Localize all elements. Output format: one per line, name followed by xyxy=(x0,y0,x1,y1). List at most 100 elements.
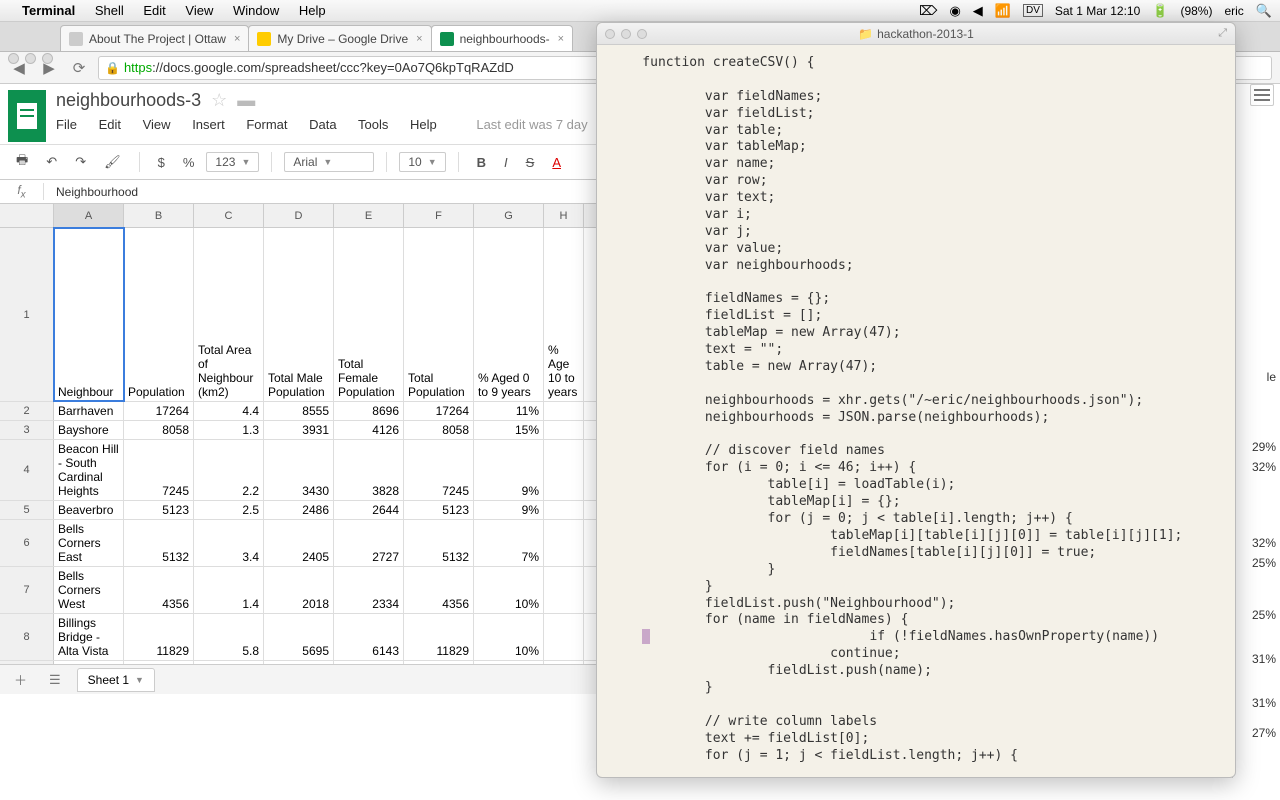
cell[interactable]: 6143 xyxy=(334,614,404,660)
cell[interactable]: 7245 xyxy=(404,440,474,500)
menu-window[interactable]: Window xyxy=(233,3,279,18)
cell[interactable]: 8058 xyxy=(404,421,474,439)
cell[interactable]: 3430 xyxy=(264,440,334,500)
cell[interactable]: Bells Corners East xyxy=(54,520,124,566)
row-header[interactable]: 7 xyxy=(0,567,54,613)
cell[interactable]: 17264 xyxy=(124,402,194,420)
cell[interactable]: 10% xyxy=(474,567,544,613)
cell[interactable] xyxy=(544,520,584,566)
row-header[interactable]: 3 xyxy=(0,421,54,439)
cell[interactable]: 5695 xyxy=(264,614,334,660)
menu-format[interactable]: Format xyxy=(246,117,287,132)
cell[interactable]: Population xyxy=(124,228,194,401)
row-header[interactable]: 5 xyxy=(0,501,54,519)
cell[interactable]: 1.3 xyxy=(194,421,264,439)
close-icon[interactable]: × xyxy=(416,33,422,45)
star-icon[interactable]: ☆ xyxy=(211,90,227,111)
font-select[interactable]: Arial▼ xyxy=(284,152,374,172)
cell[interactable] xyxy=(544,614,584,660)
menu-view[interactable]: View xyxy=(185,3,213,18)
user-name[interactable]: eric xyxy=(1224,4,1243,18)
volume-icon[interactable]: ◀ xyxy=(973,3,983,19)
cell[interactable]: 8058 xyxy=(124,421,194,439)
close-icon[interactable]: × xyxy=(558,33,564,45)
col-header[interactable]: C xyxy=(194,204,264,227)
cell[interactable]: % Aged 0 to 9 years xyxy=(474,228,544,401)
cell[interactable]: 2018 xyxy=(264,567,334,613)
sheets-logo-icon[interactable] xyxy=(8,90,46,142)
row-header[interactable]: 4 xyxy=(0,440,54,500)
dropbox-icon[interactable]: ⌦ xyxy=(919,3,937,19)
cell[interactable]: 17264 xyxy=(404,402,474,420)
cell[interactable]: Beacon Hill - South Cardinal Heights xyxy=(54,440,124,500)
window-controls[interactable] xyxy=(605,29,647,39)
cell[interactable]: 8696 xyxy=(334,402,404,420)
cell[interactable]: 11829 xyxy=(124,614,194,660)
all-sheets-button[interactable]: ☰ xyxy=(43,668,67,692)
menu-data[interactable]: Data xyxy=(309,117,336,132)
select-all-corner[interactable] xyxy=(0,204,54,227)
browser-tab[interactable]: My Drive – Google Drive× xyxy=(248,25,431,51)
cell[interactable]: 3931 xyxy=(264,421,334,439)
row-header[interactable]: 2 xyxy=(0,402,54,420)
redo-icon[interactable]: ↷ xyxy=(69,150,92,174)
cell[interactable] xyxy=(544,421,584,439)
cell[interactable]: 8555 xyxy=(264,402,334,420)
cell[interactable]: Total Area of Neighbour (km2) xyxy=(194,228,264,401)
text-color-icon[interactable]: A xyxy=(546,151,567,174)
cell[interactable]: 5132 xyxy=(404,520,474,566)
undo-icon[interactable]: ↶ xyxy=(40,150,63,174)
close-icon[interactable]: × xyxy=(234,33,240,45)
cell[interactable]: Total Population xyxy=(404,228,474,401)
clock[interactable]: Sat 1 Mar 12:10 xyxy=(1055,4,1140,18)
chrome-menu-icon[interactable] xyxy=(1250,84,1274,106)
cell[interactable]: 9% xyxy=(474,501,544,519)
cell[interactable]: 3828 xyxy=(334,440,404,500)
browser-tab[interactable]: About The Project | Ottaw× xyxy=(60,25,249,51)
currency-icon[interactable]: $ xyxy=(152,151,171,174)
col-header[interactable]: E xyxy=(334,204,404,227)
cell[interactable]: 2644 xyxy=(334,501,404,519)
strike-icon[interactable]: S xyxy=(520,151,541,174)
cell[interactable]: Total Female Population xyxy=(334,228,404,401)
cell[interactable]: Beaverbro xyxy=(54,501,124,519)
cell[interactable]: 2405 xyxy=(264,520,334,566)
menu-tools[interactable]: Tools xyxy=(358,117,388,132)
cell[interactable]: Neighbour xyxy=(54,228,124,401)
italic-icon[interactable]: I xyxy=(498,151,514,174)
cell[interactable]: 2.2 xyxy=(194,440,264,500)
cell[interactable]: 5123 xyxy=(404,501,474,519)
row-header[interactable]: 6 xyxy=(0,520,54,566)
number-format-select[interactable]: 123▼ xyxy=(206,152,259,172)
col-header[interactable]: G xyxy=(474,204,544,227)
sheet-tab[interactable]: Sheet 1▼ xyxy=(77,668,155,692)
battery-icon[interactable]: 🔋 xyxy=(1152,3,1168,19)
cell[interactable]: 4356 xyxy=(404,567,474,613)
spotlight-icon[interactable]: 🔍 xyxy=(1256,3,1272,19)
menu-file[interactable]: File xyxy=(56,117,77,132)
cell[interactable]: Billings Bridge - Alta Vista xyxy=(54,614,124,660)
cell[interactable]: 11829 xyxy=(404,614,474,660)
bold-icon[interactable]: B xyxy=(471,151,492,174)
menu-shell[interactable]: Shell xyxy=(95,3,124,18)
row-header[interactable]: 1 xyxy=(0,228,54,401)
folder-icon[interactable]: ▬ xyxy=(237,90,255,111)
cell[interactable]: 3.4 xyxy=(194,520,264,566)
browser-tab[interactable]: neighbourhoods-× xyxy=(431,25,574,51)
col-header[interactable]: H xyxy=(544,204,584,227)
cell[interactable]: 5.8 xyxy=(194,614,264,660)
document-title[interactable]: neighbourhoods-3 ☆ ▬ xyxy=(56,90,606,111)
font-size-select[interactable]: 10▼ xyxy=(399,152,445,172)
col-header[interactable]: D xyxy=(264,204,334,227)
cell[interactable]: 10% xyxy=(474,614,544,660)
dv-icon[interactable]: DV xyxy=(1023,4,1043,17)
app-name[interactable]: Terminal xyxy=(22,3,75,18)
paint-format-icon[interactable]: 🖌 xyxy=(98,150,127,174)
cell[interactable]: 2727 xyxy=(334,520,404,566)
cell[interactable] xyxy=(544,501,584,519)
cell[interactable]: 15% xyxy=(474,421,544,439)
window-controls[interactable] xyxy=(8,53,53,64)
cell[interactable]: Bayshore xyxy=(54,421,124,439)
cell[interactable]: 5123 xyxy=(124,501,194,519)
col-header[interactable]: A xyxy=(54,204,124,227)
